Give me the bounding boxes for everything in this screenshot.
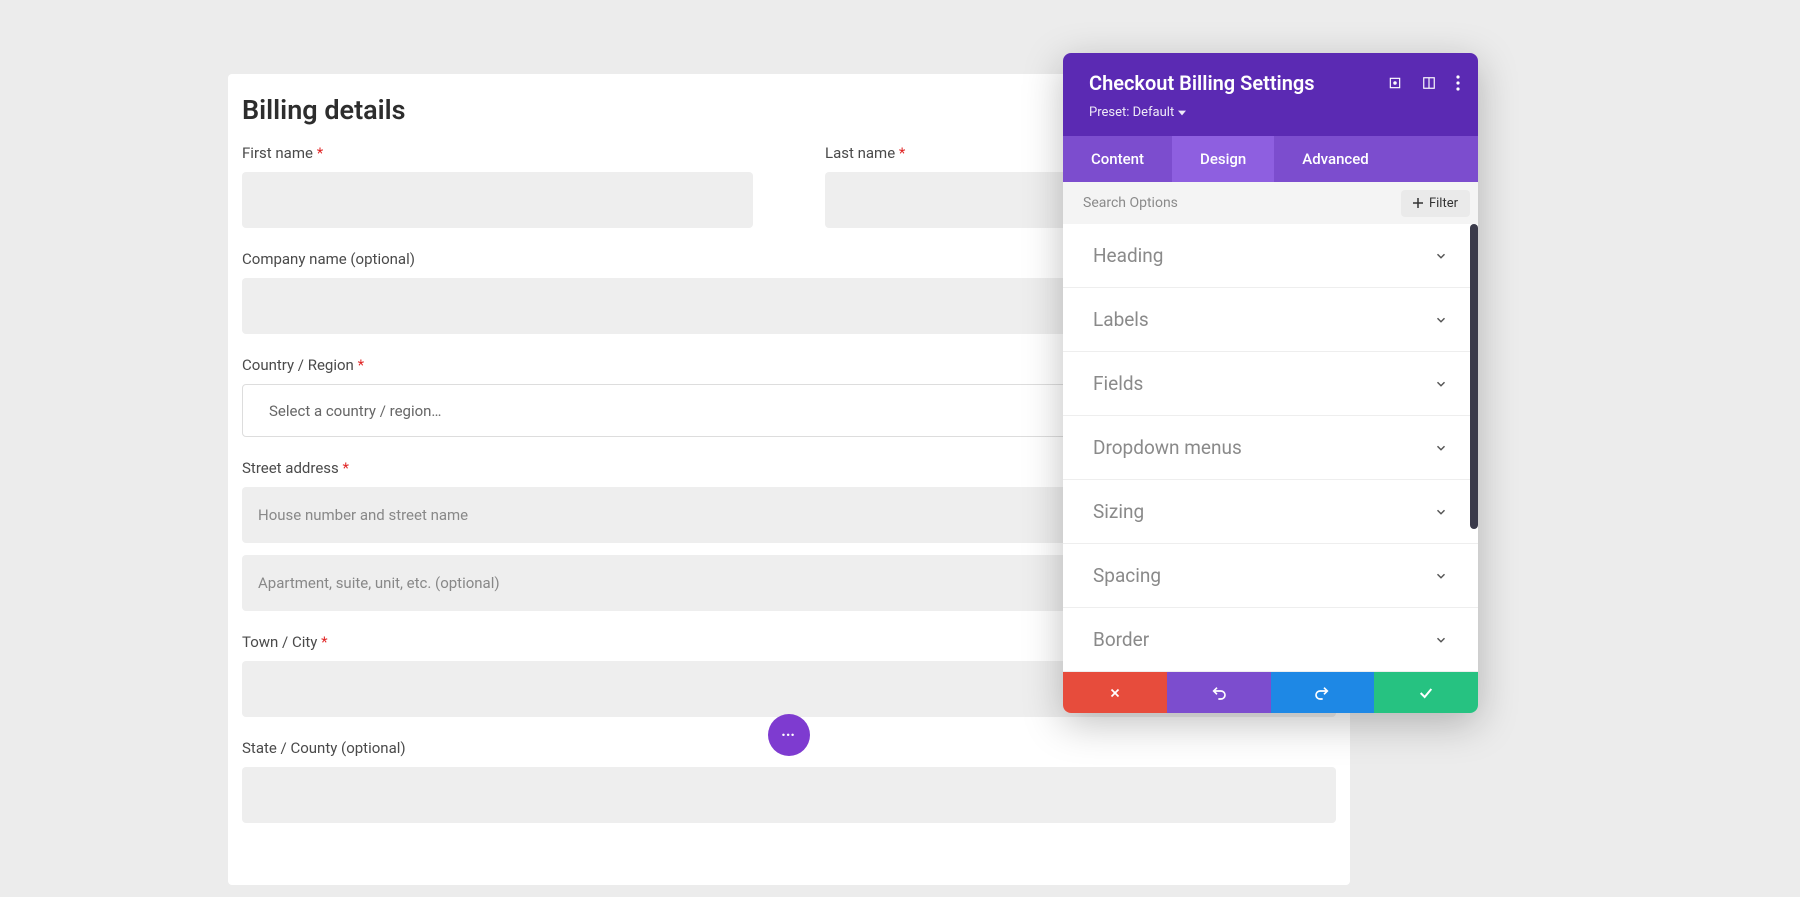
section-fields[interactable]: Fields: [1063, 352, 1478, 416]
street-label-text: Street address: [242, 459, 339, 477]
required-asterisk: *: [343, 459, 349, 477]
first-name-group: First name *: [242, 144, 753, 228]
section-dropdown-label: Dropdown menus: [1093, 436, 1242, 459]
panel-header-actions: [1388, 75, 1460, 91]
panel-header: Checkout Billing Settings Preset: Defaul…: [1063, 53, 1478, 136]
cancel-button[interactable]: [1063, 672, 1167, 713]
chevron-down-icon: [1434, 249, 1448, 263]
search-bar: Filter: [1063, 182, 1478, 224]
chevron-down-icon: [1434, 633, 1448, 647]
chevron-down-icon: [1434, 569, 1448, 583]
expand-icon[interactable]: [1388, 76, 1402, 90]
close-icon: [1108, 686, 1122, 700]
chevron-down-icon: [1434, 505, 1448, 519]
section-spacing[interactable]: Spacing: [1063, 544, 1478, 608]
section-sizing-label: Sizing: [1093, 500, 1144, 523]
scrollbar[interactable]: [1470, 224, 1478, 529]
first-name-label: First name *: [242, 144, 753, 162]
first-name-input[interactable]: [242, 172, 753, 228]
section-border[interactable]: Border: [1063, 608, 1478, 672]
section-labels[interactable]: Labels: [1063, 288, 1478, 352]
chevron-down-icon: [1434, 441, 1448, 455]
required-asterisk: *: [899, 144, 905, 162]
filter-button[interactable]: Filter: [1401, 190, 1470, 217]
caret-down-icon: [1178, 109, 1186, 117]
section-labels-label: Labels: [1093, 308, 1149, 331]
tab-content[interactable]: Content: [1063, 136, 1172, 182]
filter-label: Filter: [1429, 196, 1458, 211]
chevron-down-icon: [1434, 313, 1448, 327]
ellipsis-icon: …: [781, 717, 798, 742]
redo-button[interactable]: [1271, 672, 1375, 713]
panel-tabs: Content Design Advanced: [1063, 136, 1478, 182]
settings-panel: Checkout Billing Settings Preset: Defaul…: [1063, 53, 1478, 713]
required-asterisk: *: [317, 144, 323, 162]
country-label-text: Country / Region: [242, 356, 354, 374]
last-name-label-text: Last name: [825, 144, 895, 162]
tabs-spacer: [1397, 136, 1478, 182]
plus-icon: [1413, 198, 1423, 208]
preset-label: Preset: Default: [1089, 105, 1174, 120]
section-fields-label: Fields: [1093, 372, 1143, 395]
town-label-text: Town / City: [242, 633, 317, 651]
module-options-fab[interactable]: …: [768, 714, 810, 756]
undo-icon: [1211, 685, 1227, 701]
search-input[interactable]: [1083, 195, 1401, 211]
panel-footer: [1063, 672, 1478, 713]
sections-list: Heading Labels Fields Dropdown menus Siz…: [1063, 224, 1478, 672]
required-asterisk: *: [358, 356, 364, 374]
section-border-label: Border: [1093, 628, 1149, 651]
first-name-label-text: First name: [242, 144, 313, 162]
chevron-down-icon: [1434, 377, 1448, 391]
tab-design[interactable]: Design: [1172, 136, 1274, 182]
section-sizing[interactable]: Sizing: [1063, 480, 1478, 544]
undo-button[interactable]: [1167, 672, 1271, 713]
section-dropdown-menus[interactable]: Dropdown menus: [1063, 416, 1478, 480]
save-button[interactable]: [1374, 672, 1478, 713]
check-icon: [1418, 685, 1434, 701]
snap-icon[interactable]: [1422, 76, 1436, 90]
state-input[interactable]: [242, 767, 1336, 823]
section-spacing-label: Spacing: [1093, 564, 1161, 587]
tab-advanced[interactable]: Advanced: [1274, 136, 1396, 182]
country-select-value: Select a country / region…: [269, 402, 441, 420]
section-heading-label: Heading: [1093, 244, 1163, 267]
required-asterisk: *: [321, 633, 327, 651]
section-heading[interactable]: Heading: [1063, 224, 1478, 288]
preset-selector[interactable]: Preset: Default: [1089, 105, 1186, 120]
redo-icon: [1314, 685, 1330, 701]
more-icon[interactable]: [1456, 75, 1460, 91]
